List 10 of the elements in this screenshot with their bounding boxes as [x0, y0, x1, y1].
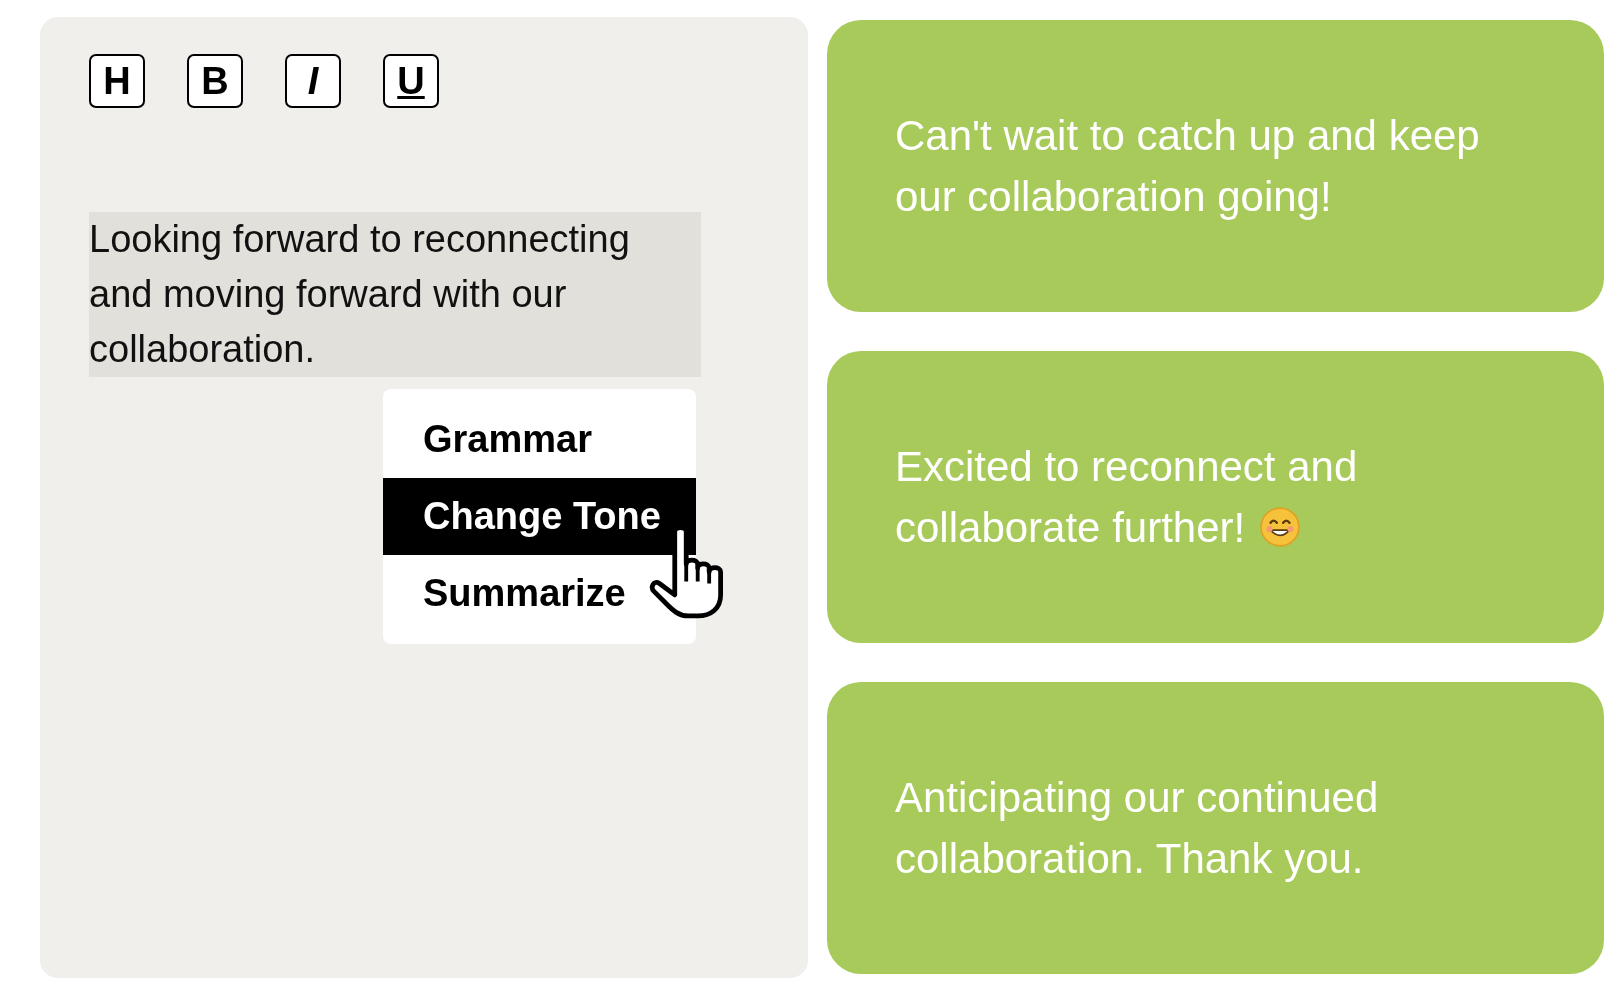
- suggestion-text: Can't wait to catch up and keep our collaboration going!: [895, 111, 1481, 222]
- format-button[interactable]: I: [285, 54, 341, 108]
- editor-text[interactable]: Looking forward to reconnecting and moving forward with our collaboration.: [89, 212, 701, 377]
- suggestion-text: Anticipating our continued collaboration. Thank you.: [895, 773, 1380, 884]
- menu-item[interactable]: Grammar: [383, 401, 696, 478]
- format-button[interactable]: U: [383, 54, 439, 108]
- format-button[interactable]: H: [89, 54, 145, 108]
- suggestion-text: Excited to reconnect and collaborate further!: [895, 442, 1359, 553]
- format-button[interactable]: B: [187, 54, 243, 108]
- menu-item[interactable]: Change Tone: [383, 478, 696, 555]
